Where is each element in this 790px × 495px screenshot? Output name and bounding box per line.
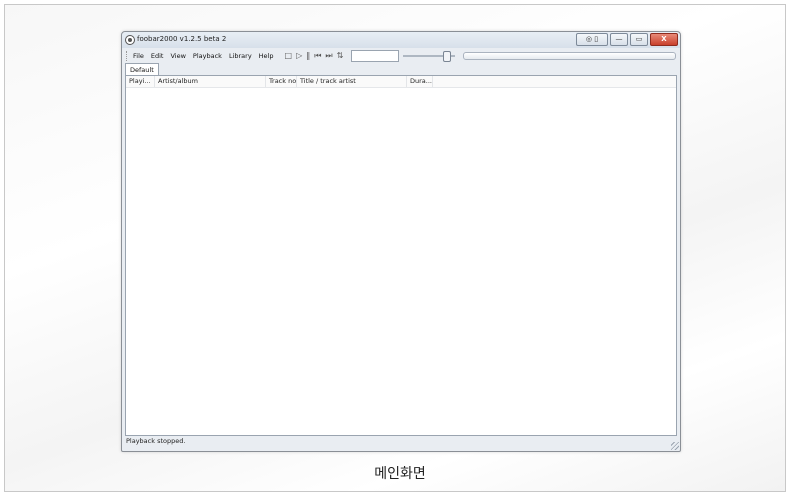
title-bar: foobar2000 v1.2.5 beta 2 ◎ ▯ — ▭ X	[122, 32, 680, 48]
status-bar: Playback stopped.	[126, 437, 186, 445]
tab-default[interactable]: Default	[125, 63, 159, 75]
extra-caption-button[interactable]: ◎ ▯	[576, 33, 608, 46]
menu-edit[interactable]: Edit	[151, 52, 164, 60]
menu-library[interactable]: Library	[229, 52, 252, 60]
column-track-no[interactable]: Track no	[266, 76, 297, 87]
toolbar-grip[interactable]	[126, 50, 129, 61]
previous-icon[interactable]: ⏮	[314, 51, 321, 61]
playlist-view[interactable]: Playi... Artist/album Track no Title / t…	[125, 75, 677, 436]
menu-help[interactable]: Help	[259, 52, 274, 60]
volume-slider[interactable]	[403, 50, 456, 62]
column-duration[interactable]: Dura...	[407, 76, 433, 87]
column-title[interactable]: Title / track artist	[297, 76, 407, 87]
seek-bar[interactable]	[463, 51, 676, 60]
random-icon[interactable]: ⇅	[337, 51, 344, 61]
window-title: foobar2000 v1.2.5 beta 2	[137, 35, 227, 43]
menu-view[interactable]: View	[170, 52, 185, 60]
minimize-button[interactable]: —	[610, 33, 628, 46]
maximize-button[interactable]: ▭	[630, 33, 648, 46]
app-icon	[125, 35, 135, 45]
volume-thumb[interactable]	[443, 50, 452, 62]
foobar2000-window: foobar2000 v1.2.5 beta 2 ◎ ▯ — ▭ X File …	[121, 31, 681, 452]
caption-buttons: ◎ ▯ — ▭ X	[576, 33, 678, 46]
play-icon[interactable]: ▷	[296, 51, 302, 61]
menu-playback[interactable]: Playback	[193, 52, 222, 60]
menu-toolbar: File Edit View Playback Library Help □ ▷…	[126, 49, 676, 62]
column-header: Playi... Artist/album Track no Title / t…	[126, 76, 676, 88]
close-button[interactable]: X	[650, 33, 678, 46]
column-artist-album[interactable]: Artist/album	[155, 76, 266, 87]
image-caption: 메인화면	[374, 466, 426, 482]
image-frame: foobar2000 v1.2.5 beta 2 ◎ ▯ — ▭ X File …	[4, 4, 786, 492]
column-playing[interactable]: Playi...	[126, 76, 155, 87]
resize-grip[interactable]	[671, 442, 679, 450]
search-box[interactable]	[351, 49, 400, 62]
pause-icon[interactable]: ‖	[306, 51, 310, 61]
stop-icon[interactable]: □	[285, 51, 293, 61]
transport-controls: □ ▷ ‖ ⏮ ⏭ ⇅	[285, 51, 344, 61]
playlist-tabs: Default	[125, 63, 159, 75]
menu-file[interactable]: File	[133, 52, 144, 60]
next-icon[interactable]: ⏭	[325, 51, 332, 61]
